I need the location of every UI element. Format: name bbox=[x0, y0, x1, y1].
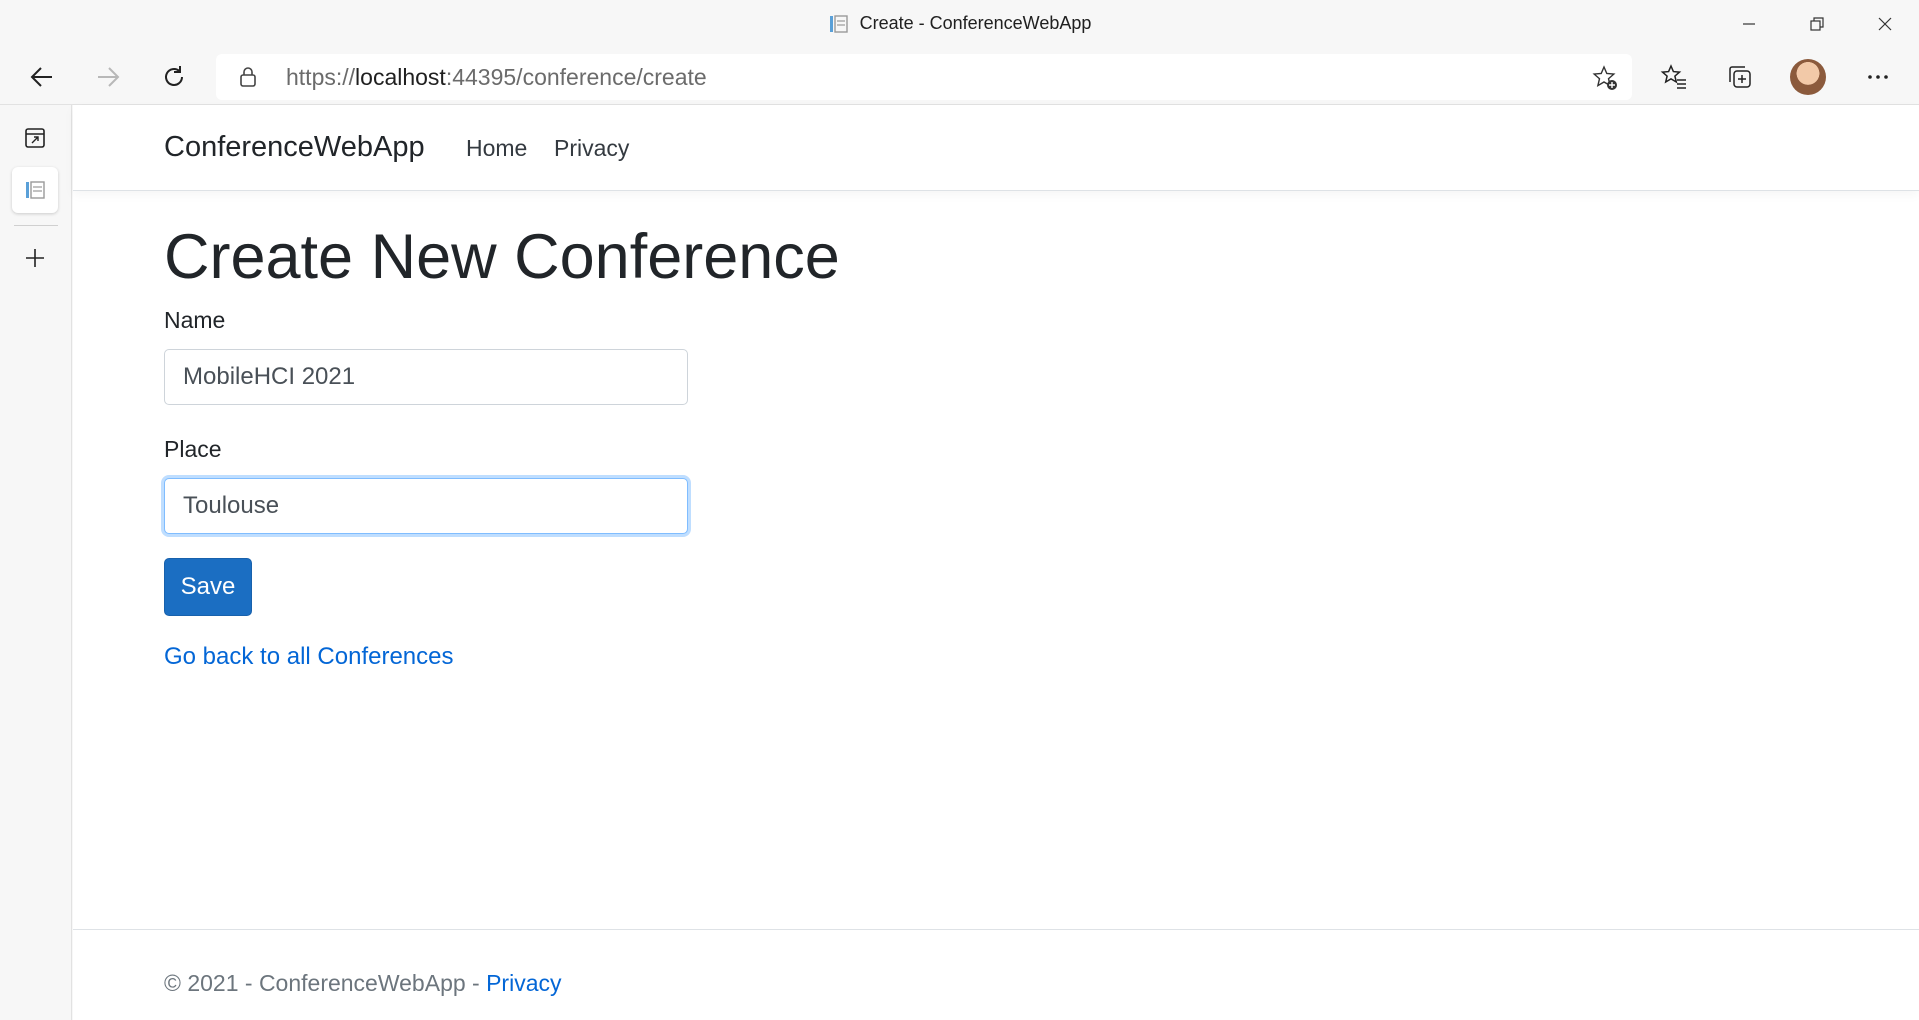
arrow-left-icon bbox=[30, 67, 52, 87]
window-title: Create - ConferenceWebApp bbox=[859, 13, 1092, 33]
navbar-brand[interactable]: ConferenceWebApp bbox=[164, 131, 425, 164]
place-input[interactable] bbox=[164, 478, 688, 534]
new-tab-button[interactable] bbox=[12, 235, 58, 281]
more-menu-button[interactable] bbox=[1856, 55, 1900, 99]
sidebar-divider bbox=[14, 225, 58, 226]
window-title-group: Create - ConferenceWebApp bbox=[828, 13, 1092, 35]
url-path: :44395/conference/create bbox=[445, 63, 707, 90]
site-footer: © 2021 - ConferenceWebApp - Privacy bbox=[73, 929, 1919, 1020]
window-controls bbox=[1715, 0, 1919, 47]
minimize-icon bbox=[1743, 22, 1755, 25]
nav-link-privacy[interactable]: Privacy bbox=[554, 135, 629, 162]
minimize-button[interactable] bbox=[1715, 0, 1783, 47]
close-window-button[interactable] bbox=[1851, 0, 1919, 47]
page-favicon-icon bbox=[829, 14, 848, 33]
refresh-icon bbox=[165, 66, 183, 86]
forward-button[interactable] bbox=[86, 55, 130, 99]
nav-link-home[interactable]: Home bbox=[466, 135, 527, 162]
back-button[interactable] bbox=[20, 55, 64, 99]
avatar bbox=[1790, 59, 1826, 95]
restore-button[interactable] bbox=[1783, 0, 1851, 47]
footer-privacy-link[interactable]: Privacy bbox=[486, 970, 561, 996]
lock-icon[interactable] bbox=[236, 65, 260, 89]
sidebar-tab-create[interactable] bbox=[12, 167, 58, 213]
footer-text: © 2021 - ConferenceWebApp - Privacy bbox=[164, 970, 562, 997]
page-favicon-icon bbox=[26, 181, 45, 199]
collections-icon bbox=[1729, 66, 1751, 88]
url-text[interactable]: https://localhost:44395/conference/creat… bbox=[286, 64, 707, 91]
name-label: Name bbox=[164, 307, 226, 333]
browser-toolbar: https://localhost:44395/conference/creat… bbox=[0, 47, 1919, 105]
window-titlebar: Create - ConferenceWebApp bbox=[0, 0, 1919, 47]
collections-button[interactable] bbox=[1718, 55, 1762, 99]
refresh-button[interactable] bbox=[152, 55, 196, 99]
tab-actions-button[interactable] bbox=[12, 115, 58, 161]
tab-actions-icon bbox=[25, 128, 45, 148]
favorites-list-icon bbox=[1660, 64, 1686, 89]
name-input[interactable] bbox=[164, 349, 688, 405]
star-plus-icon[interactable] bbox=[1592, 65, 1618, 91]
site-navbar: ConferenceWebApp Home Privacy bbox=[73, 105, 1919, 191]
save-button[interactable]: Save bbox=[164, 558, 252, 616]
restore-icon bbox=[1810, 16, 1824, 31]
arrow-right-icon bbox=[98, 67, 120, 87]
plus-icon bbox=[26, 249, 44, 267]
favorites-button[interactable] bbox=[1652, 55, 1696, 99]
place-label: Place bbox=[164, 436, 222, 462]
back-to-conferences-link[interactable]: Go back to all Conferences bbox=[164, 643, 454, 671]
footer-copyright: © 2021 - ConferenceWebApp - bbox=[164, 970, 487, 996]
web-page: ConferenceWebApp Home Privacy Create New… bbox=[73, 105, 1919, 1020]
more-dots-icon bbox=[1868, 75, 1888, 79]
url-scheme: https:// bbox=[286, 63, 356, 90]
profile-button[interactable] bbox=[1786, 55, 1830, 99]
close-icon bbox=[1878, 17, 1892, 30]
page-title: Create New Conference bbox=[164, 222, 840, 292]
address-bar[interactable]: https://localhost:44395/conference/creat… bbox=[216, 54, 1632, 100]
vertical-tabs-sidebar bbox=[0, 105, 72, 1020]
url-host: localhost bbox=[355, 63, 446, 90]
